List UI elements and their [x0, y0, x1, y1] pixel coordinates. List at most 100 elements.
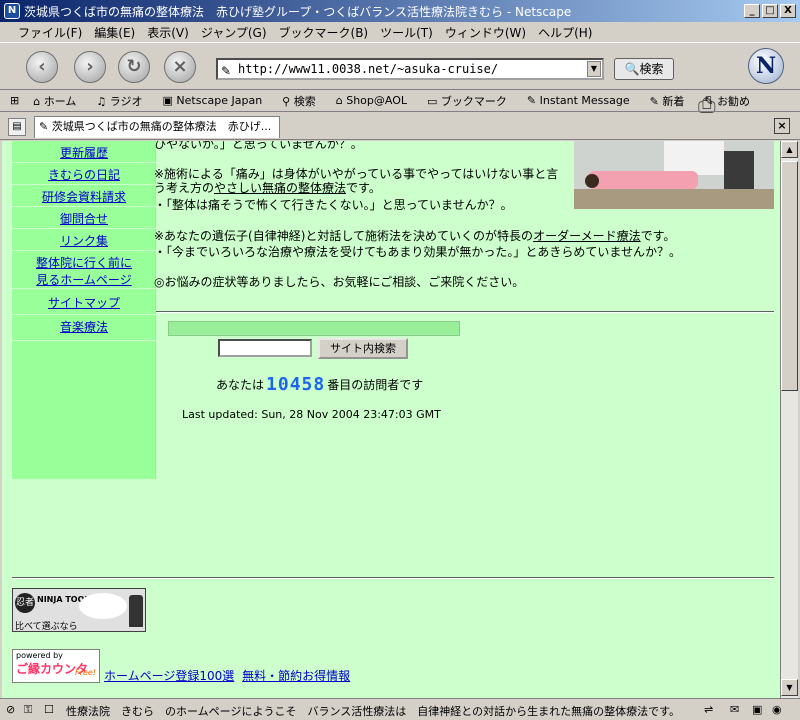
ninja-cloud — [79, 593, 127, 619]
footer-link-savings[interactable]: 無料・節約お得情報 — [242, 669, 350, 683]
paragraph-2-line-2: ・「今までいろいろな治療や療法を受けてもあまり効果が無かった。」とあきらめていま… — [154, 245, 682, 259]
menu-view[interactable]: 表示(V) — [147, 24, 189, 41]
sidebar-link-music[interactable]: 音楽療法 — [12, 318, 156, 335]
close-button[interactable]: X — [780, 4, 796, 18]
ninja-logo: 忍者 — [15, 593, 35, 613]
page-icon: ✎ — [221, 64, 232, 78]
vertical-scrollbar[interactable]: ▲ ▼ — [780, 141, 798, 698]
bookmark-instant-message[interactable]: ✎ Instant Message — [527, 94, 640, 107]
sidebar-item-sitemap: サイトマップ — [12, 289, 156, 315]
search-button-label: 検索 — [639, 62, 664, 76]
maximize-button[interactable]: □ — [762, 4, 778, 18]
paragraph-2-line-1: ※あなたの遺伝子(自律神経)と対話して施術法を決めていくのが特長のオーダーメード… — [154, 227, 675, 244]
scroll-up-icon[interactable]: ▲ — [781, 141, 798, 158]
visitor-prefix: あなたは — [216, 378, 265, 392]
mail-icon[interactable]: ✉ — [730, 703, 739, 716]
footer-link-registration[interactable]: ホームページ登録100選 — [104, 669, 234, 683]
bookmarks-toolbar: ⊞ ⌂ ホーム ♫ ラジオ ▣ Netscape Japan ⚲ 検索 ⌂ Sh… — [0, 90, 800, 112]
paragraph-1-line-3: ・「整体は痛そうで怖くて行きたくない。」と思っていませんか？。 — [154, 198, 513, 212]
cookie-icon[interactable]: ◉ — [772, 703, 782, 716]
bookmark-new[interactable]: ✎ 新着 — [650, 93, 695, 109]
reload-button[interactable]: ↻ — [118, 51, 150, 83]
sidebar-item-diary: きむらの日記 — [12, 163, 156, 185]
back-button[interactable]: ‹ — [26, 51, 58, 83]
last-updated: Last updated: Sun, 28 Nov 2004 23:47:03 … — [182, 408, 441, 421]
bookmark-folder[interactable]: ▭ ブックマーク — [427, 93, 517, 109]
offline-icon[interactable]: ⇌ — [704, 703, 713, 716]
kawa-free: Free! — [75, 668, 96, 677]
window-titlebar: N 茨城県つくば市の無痛の整体療法 赤ひげ塾グループ・つくばバランス活性療法院き… — [0, 0, 800, 22]
bookmark-radio[interactable]: ♫ ラジオ — [96, 93, 152, 109]
tab-options-icon[interactable]: ⊞ — [10, 94, 19, 107]
sidebar-item-seminar: 研修会資料請求 — [12, 185, 156, 207]
new-tab-icon[interactable]: ▤ — [8, 118, 26, 136]
bookmark-netscape-japan[interactable]: ▣ Netscape Japan — [163, 94, 273, 107]
counter-service-banner[interactable]: powered by ご縁カウンタ Free! — [12, 649, 100, 683]
menu-bookmarks[interactable]: ブックマーク(B) — [279, 24, 369, 41]
bookmark-recommend[interactable]: ✎ お勧め — [704, 93, 760, 109]
sidebar-item-music: 音楽療法 — [12, 315, 156, 341]
tab-close-button[interactable]: × — [774, 118, 790, 134]
decorative-bar — [168, 321, 460, 336]
sidebar-link-before-visit-line1[interactable]: 整体院に行く前に — [12, 254, 156, 271]
menu-tools[interactable]: ツール(T) — [380, 24, 433, 41]
status-text: 性療法院 きむら のホームページにようこそ バランス活性療法は 自律神経との対話… — [66, 705, 681, 718]
sidebar-link-history[interactable]: 更新履歴 — [12, 144, 156, 161]
menu-go[interactable]: ジャンプ(G) — [201, 24, 267, 41]
visitor-counter-line: あなたは 10458 番目の訪問者です — [216, 374, 423, 395]
bookmark-search-label: 検索 — [293, 94, 316, 108]
sidebar-item-history: 更新履歴 — [12, 141, 156, 163]
p2-text-a: ※あなたの遺伝子(自律神経)と対話して施術法を決めていくのが特長の — [154, 229, 534, 243]
sidebar-link-diary[interactable]: きむらの日記 — [12, 166, 156, 183]
popup-icon[interactable]: ▣ — [752, 703, 762, 716]
forward-button[interactable]: › — [74, 51, 106, 83]
minimize-button[interactable]: _ — [744, 4, 760, 18]
bookmark-search[interactable]: ⚲ 検索 — [282, 93, 326, 109]
tab-active[interactable]: ✎ 茨城県つくば市の無痛の整体療法 赤ひげ... — [34, 116, 280, 138]
partial-text: ひやないか。」と思っていませんか？。 — [154, 141, 363, 151]
content-divider — [156, 311, 774, 313]
netscape-app-icon: N — [4, 3, 20, 19]
status-bar: ⊘ ⚿ ☐ 性療法院 きむら のホームページにようこそ バランス活性療法は 自律… — [0, 698, 800, 720]
url-input[interactable]: ✎ http://www11.0038.net/~asuka-cruise/ ▼ — [216, 58, 604, 80]
bookmark-netscape-japan-label: Netscape Japan — [176, 94, 263, 107]
footer-links: ホームページ登録100選 無料・節約お得情報 — [104, 667, 354, 684]
menu-bar: ファイル(F) 編集(E) 表示(V) ジャンプ(G) ブックマーク(B) ツー… — [0, 22, 800, 42]
bookmark-home[interactable]: ⌂ ホーム — [33, 93, 86, 109]
scroll-down-icon[interactable]: ▼ — [781, 679, 798, 696]
ninja-tools-banner[interactable]: 忍者 NINJA TOOLS 比べて選ぶなら — [12, 588, 146, 632]
url-text: http://www11.0038.net/~asuka-cruise/ — [238, 62, 499, 76]
menu-help[interactable]: ヘルプ(H) — [538, 24, 592, 41]
scroll-thumb[interactable] — [781, 161, 798, 391]
order-made-therapy-link[interactable]: オーダーメード療法 — [533, 229, 641, 243]
bookmark-radio-label: ラジオ — [109, 94, 143, 108]
kawa-powered-by: powered by — [16, 651, 63, 660]
footer-divider — [12, 577, 774, 579]
menu-window[interactable]: ウィンドウ(W) — [445, 24, 526, 41]
sidebar-link-contact[interactable]: 御問合せ — [12, 210, 156, 227]
p1-text-a: う考え方の — [154, 181, 215, 195]
menu-edit[interactable]: 編集(E) — [94, 24, 135, 41]
page-content: 更新履歴 きむらの日記 研修会資料請求 御問合せ リンク集 整体院に行く前に 見… — [2, 141, 780, 698]
status-extra-icon: ☐ — [44, 703, 54, 716]
tab-bar: ▤ ✎ 茨城県つくば市の無痛の整体療法 赤ひげ... × — [0, 114, 800, 140]
sidebar-link-before-visit-line2[interactable]: 見るホームページ — [12, 271, 156, 288]
sidebar-link-seminar[interactable]: 研修会資料請求 — [12, 188, 156, 205]
treatment-photo-illustration — [574, 141, 774, 209]
menu-file[interactable]: ファイル(F) — [18, 24, 82, 41]
netscape-logo[interactable]: N — [748, 48, 784, 84]
site-search-button[interactable]: サイト内検索 — [318, 338, 408, 359]
paragraph-3: ◎お悩みの症状等ありましたら、お気軽にご相談、ご来院ください。 — [154, 275, 525, 289]
url-dropdown-icon[interactable]: ▼ — [587, 61, 601, 77]
bookmark-im-label: Instant Message — [539, 94, 630, 107]
bookmark-shop[interactable]: ⌂ Shop@AOL — [336, 94, 417, 107]
site-search-input[interactable] — [218, 339, 312, 357]
ninja-caption: 比べて選ぶなら — [15, 622, 78, 632]
sidebar-link-sitemap[interactable]: サイトマップ — [12, 294, 156, 311]
bookmark-folder-label: ブックマーク — [440, 94, 507, 108]
stop-button[interactable]: × — [164, 51, 196, 83]
sidebar-link-links[interactable]: リンク集 — [12, 232, 156, 249]
gentle-therapy-link[interactable]: やさしい無痛の整体療法 — [214, 181, 346, 195]
search-button[interactable]: 🔍検索 — [614, 58, 674, 80]
tab-label: 茨城県つくば市の無痛の整体療法 赤ひげ... — [51, 120, 272, 133]
